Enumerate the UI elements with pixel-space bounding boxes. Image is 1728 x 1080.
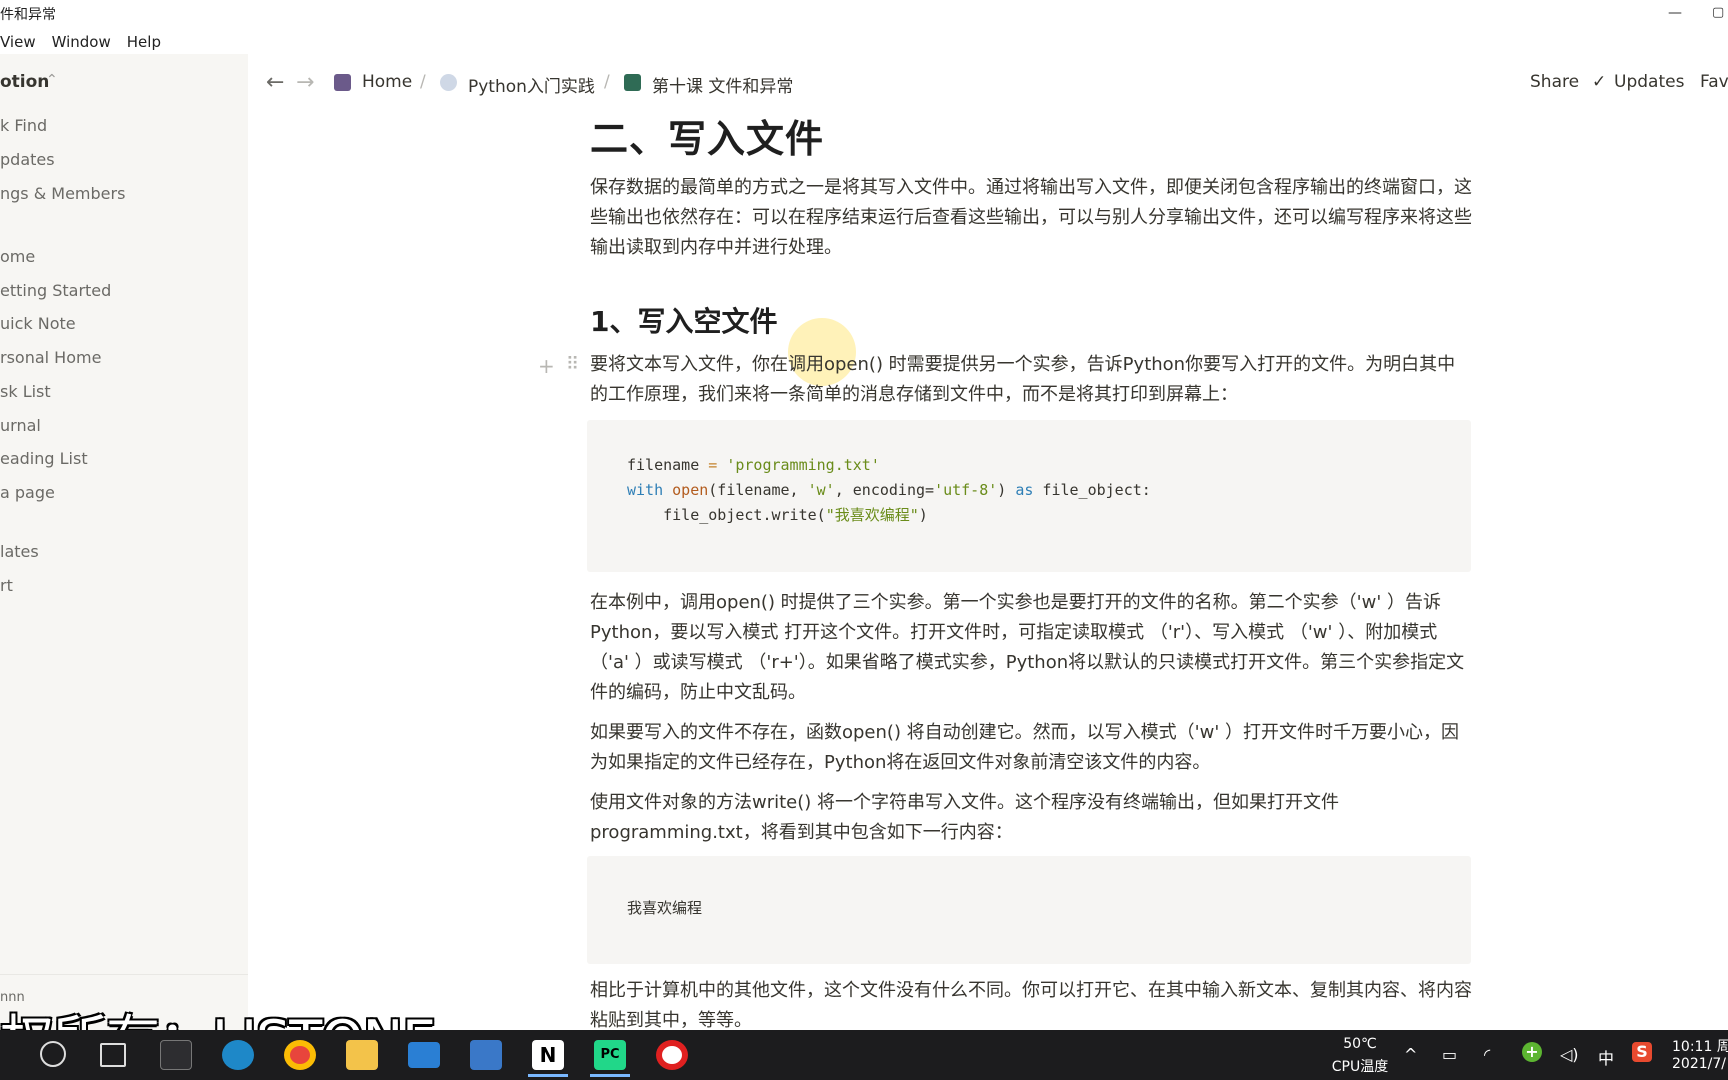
clock-date[interactable]: 2021/7/	[1672, 1056, 1726, 1072]
sidebar: otion ⌃ k Find pdates ngs & Members ome …	[0, 54, 248, 1030]
window-title: 件和异常	[0, 7, 56, 23]
sidebar-page-getting-started[interactable]: etting Started	[0, 281, 111, 300]
battery-icon[interactable]: ▭	[1442, 1045, 1457, 1064]
menu-view[interactable]: View	[0, 30, 44, 54]
cpu-temperature: 50℃	[1343, 1036, 1377, 1052]
breadcrumb-separator: /	[604, 72, 610, 92]
sidebar-item-updates[interactable]: pdates	[0, 150, 55, 169]
security-plus-icon[interactable]: +	[1522, 1042, 1542, 1062]
window-titlebar: 件和异常 — ▢	[0, 0, 1728, 28]
workspace-switcher[interactable]: otion	[0, 72, 49, 92]
ime-indicator[interactable]: 中	[1598, 1045, 1614, 1069]
search-icon[interactable]	[40, 1041, 66, 1067]
paragraph-intro[interactable]: 保存数据的最简单的方式之一是将其写入文件中。通过将输出写入文件，即便关闭包含程序…	[590, 173, 1472, 263]
menu-window[interactable]: Window	[44, 30, 119, 54]
sidebar-item-quick-find[interactable]: k Find	[0, 116, 47, 135]
output-block[interactable]: 我喜欢编程	[587, 856, 1471, 964]
paragraph-open-args[interactable]: 在本例中，调用open() 时提供了三个实参。第一个实参也是要打开的文件的名称。…	[590, 588, 1472, 708]
sidebar-item-settings[interactable]: ngs & Members	[0, 184, 125, 203]
menu-help[interactable]: Help	[119, 30, 169, 54]
paragraph-create-file[interactable]: 如果要写入的文件不存在，函数open() 将自动创建它。然而，以写入模式（'w'…	[590, 718, 1472, 778]
heading-write-file[interactable]: 二、写入文件	[590, 108, 824, 163]
breadcrumb-current-page[interactable]: 第十课 文件和异常	[652, 72, 793, 97]
task-view-icon[interactable]	[100, 1043, 126, 1067]
drag-handle-icon[interactable]: ⠿	[566, 354, 579, 375]
chevron-updown-icon[interactable]: ⌃	[46, 72, 58, 88]
lesson-page-icon	[624, 74, 641, 91]
sidebar-page-reading-list[interactable]: eading List	[0, 449, 88, 468]
tray-overflow-icon[interactable]: ^	[1404, 1045, 1417, 1064]
active-app-indicator	[528, 1074, 568, 1077]
notion-icon[interactable]: N	[532, 1040, 564, 1070]
paragraph-open-write[interactable]: 要将文本写入文件，你在调用open() 时需要提供另一个实参，告诉Python你…	[590, 350, 1472, 410]
sidebar-page-quick-note[interactable]: uick Note	[0, 314, 76, 333]
pycharm-icon[interactable]: PC	[594, 1040, 626, 1070]
sidebar-page-home[interactable]: ome	[0, 247, 35, 266]
sidebar-page-task-list[interactable]: sk List	[0, 382, 51, 401]
check-icon: ✓	[1592, 72, 1607, 92]
heading-write-empty-file[interactable]: 1、写入空文件	[590, 300, 777, 340]
updates-button[interactable]: Updates	[1614, 72, 1684, 92]
code-block[interactable]: filename = 'programming.txt' with open(f…	[587, 420, 1471, 572]
page-topbar: ← → Home / Python入门实践 / 第十课 文件和异常 Share …	[248, 62, 1728, 106]
sidebar-divider	[0, 974, 248, 975]
clock-time[interactable]: 10:11 周	[1672, 1036, 1728, 1056]
minimize-button[interactable]: —	[1660, 0, 1690, 28]
sidebar-item-templates[interactable]: lates	[0, 542, 39, 561]
sidebar-page-journal[interactable]: urnal	[0, 416, 41, 435]
mail-icon[interactable]	[408, 1042, 440, 1068]
sogou-icon[interactable]: S	[1632, 1042, 1652, 1062]
volume-icon[interactable]: ◁)	[1560, 1045, 1579, 1064]
forward-arrow-icon[interactable]: →	[296, 70, 314, 95]
menu-bar: View Window Help	[0, 30, 169, 54]
output-content: 我喜欢编程	[627, 899, 703, 917]
active-app-indicator	[590, 1074, 630, 1077]
add-block-icon[interactable]: +	[538, 354, 555, 378]
maximize-button[interactable]: ▢	[1712, 0, 1728, 28]
cpu-temperature-label: CPU温度	[1331, 1059, 1389, 1075]
breadcrumb-home[interactable]: Home	[362, 72, 412, 92]
back-arrow-icon[interactable]: ←	[266, 70, 284, 95]
store-icon[interactable]	[470, 1040, 502, 1070]
paragraph-conclusion[interactable]: 相比于计算机中的其他文件，这个文件没有什么不同。你可以打开它、在其中输入新文本、…	[590, 976, 1472, 1036]
breadcrumb-separator: /	[420, 72, 426, 92]
taskbar	[0, 1030, 1728, 1080]
paragraph-write-method[interactable]: 使用文件对象的方法write() 将一个字符串写入文件。这个程序没有终端输出，但…	[590, 788, 1472, 848]
breadcrumb-python[interactable]: Python入门实践	[468, 72, 595, 97]
record-icon[interactable]	[656, 1040, 688, 1070]
sidebar-item-import[interactable]: rt	[0, 576, 13, 595]
share-button[interactable]: Share	[1530, 72, 1579, 92]
cloud-icon	[440, 74, 457, 91]
terminal-icon[interactable]	[160, 1040, 192, 1070]
sidebar-page-personal-home[interactable]: rsonal Home	[0, 348, 101, 367]
home-page-icon	[334, 74, 351, 91]
sidebar-add-page[interactable]: a page	[0, 483, 55, 502]
code-content: filename = 'programming.txt' with open(f…	[627, 456, 1151, 524]
wifi-icon[interactable]: ◜	[1484, 1045, 1490, 1064]
edge-icon[interactable]	[222, 1040, 254, 1070]
file-explorer-icon[interactable]	[346, 1040, 378, 1070]
chrome-icon[interactable]	[284, 1040, 316, 1070]
favorite-button[interactable]: Fav	[1700, 72, 1728, 92]
